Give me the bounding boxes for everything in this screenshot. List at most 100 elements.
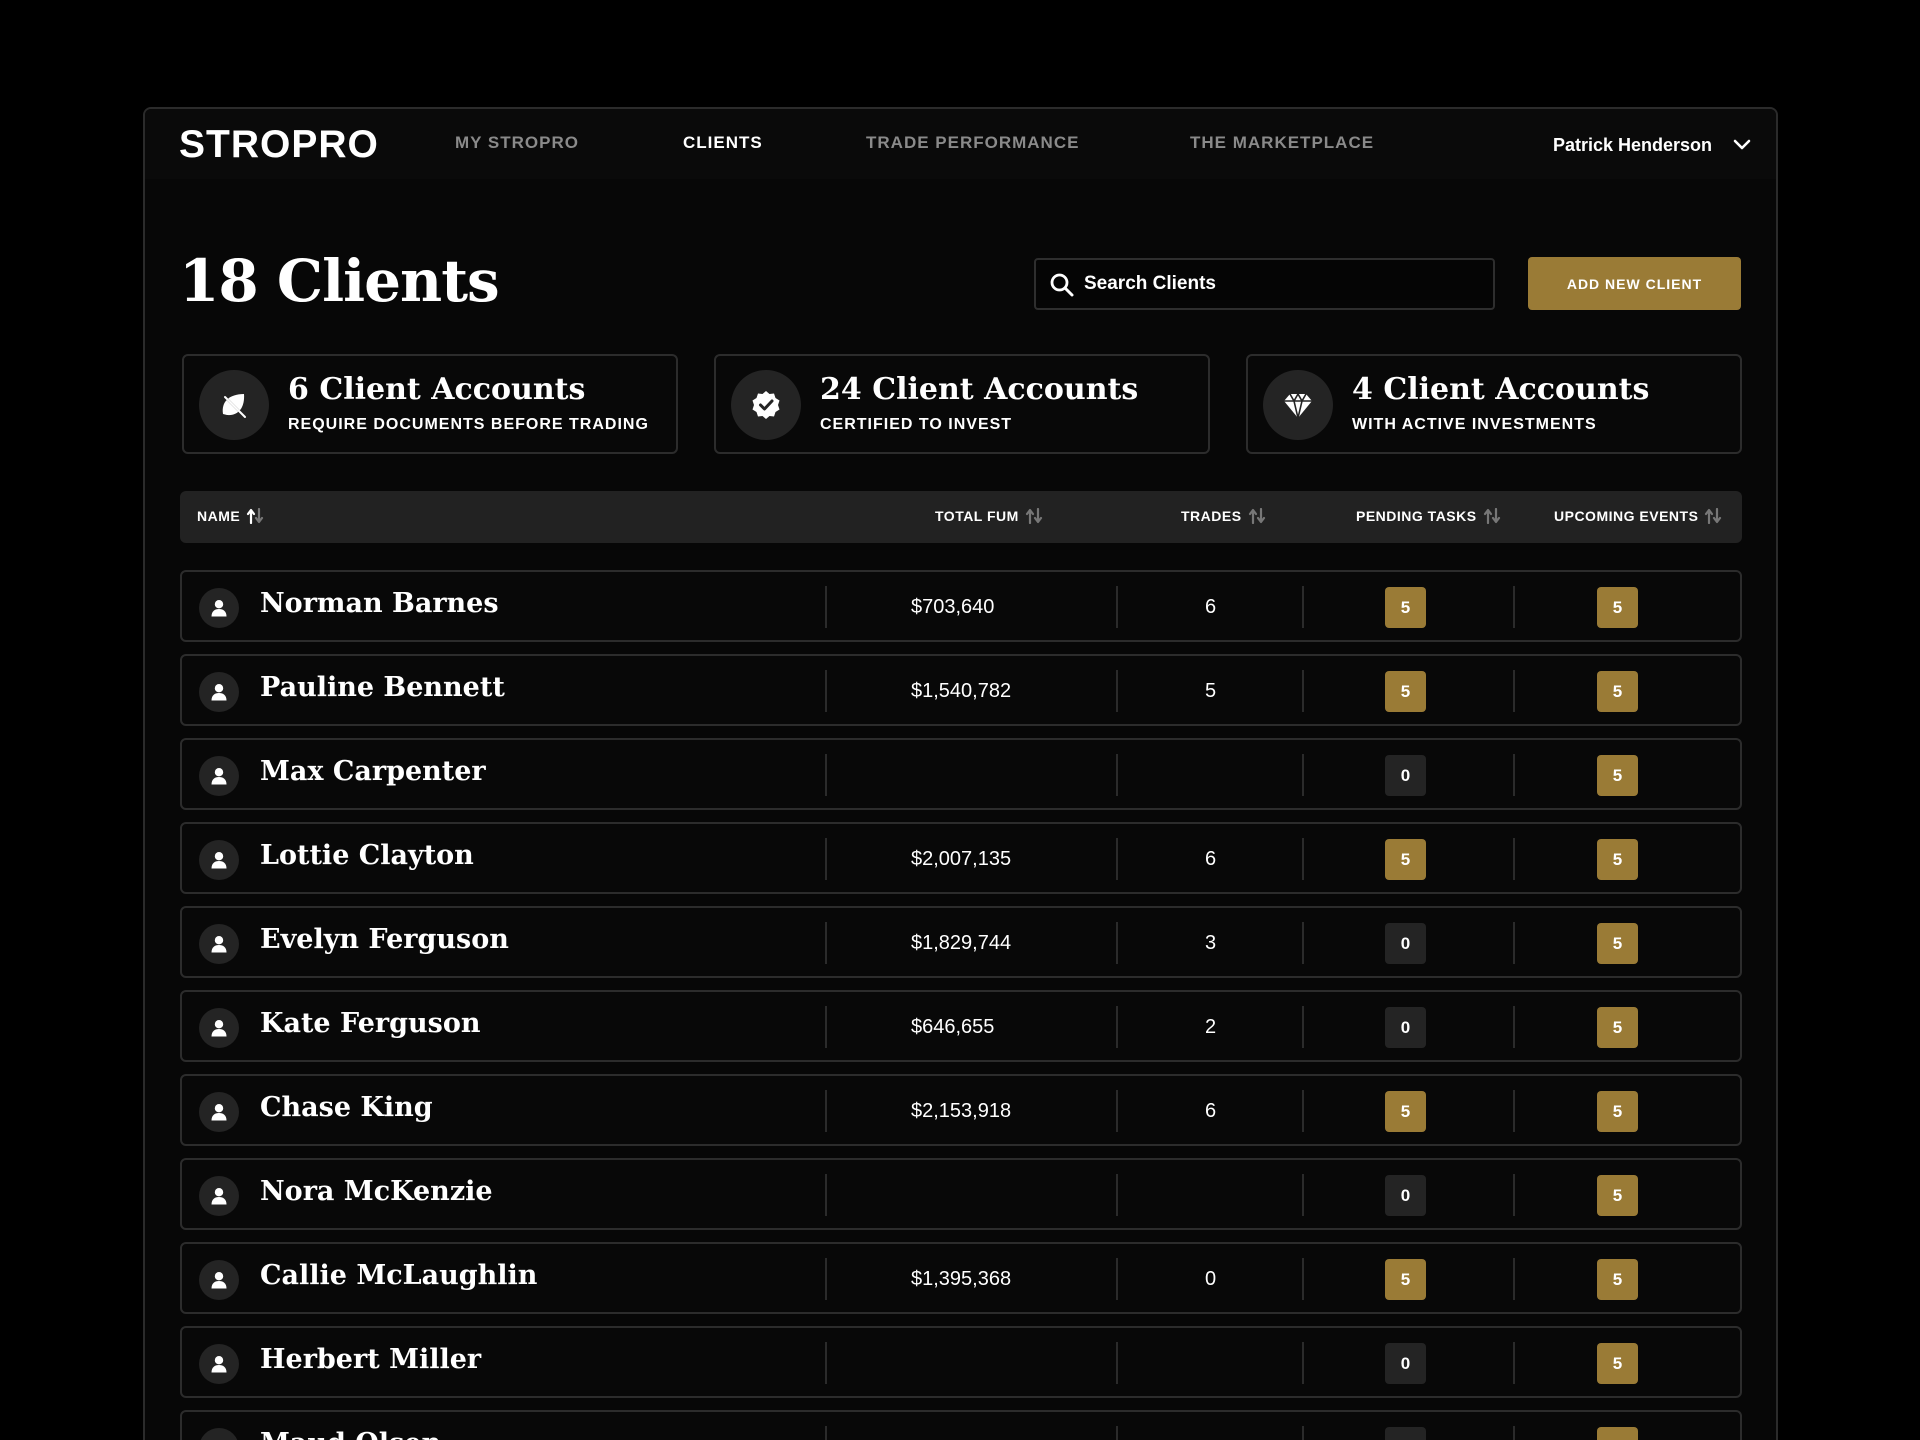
avatar: [199, 672, 239, 712]
column-divider: [1513, 1006, 1515, 1048]
pending-tasks-badge[interactable]: 5: [1385, 1091, 1426, 1132]
avatar: [199, 1260, 239, 1300]
user-menu-name[interactable]: Patrick Henderson: [1553, 135, 1712, 156]
user-icon: [211, 684, 227, 701]
stat-card-documents-required[interactable]: 6 Client Accounts REQUIRE DOCUMENTS BEFO…: [182, 354, 678, 454]
column-divider: [825, 1006, 827, 1048]
stropro-logo[interactable]: STROPRO: [179, 123, 379, 167]
column-divider: [825, 1426, 827, 1440]
column-divider: [1302, 1342, 1304, 1384]
client-name[interactable]: Callie McLaughlin: [260, 1260, 537, 1291]
nav-my-stropro[interactable]: MY STROPRO: [455, 133, 579, 153]
upcoming-events-badge[interactable]: 5: [1597, 1175, 1638, 1216]
client-name[interactable]: Herbert Miller: [260, 1344, 481, 1375]
column-header-pending-tasks[interactable]: PENDING TASKS: [1356, 508, 1501, 524]
pending-tasks-badge[interactable]: 0: [1385, 923, 1426, 964]
pending-tasks-badge[interactable]: 0: [1385, 1007, 1426, 1048]
client-name[interactable]: Maud Olsen: [260, 1428, 441, 1440]
user-icon: [211, 768, 227, 785]
total-fum-value: $646,655: [911, 1016, 995, 1038]
table-row[interactable]: Pauline Bennett $1,540,782 5 5 5: [180, 654, 1742, 726]
upcoming-events-badge[interactable]: 5: [1597, 671, 1638, 712]
user-icon: [211, 936, 227, 953]
column-header-name[interactable]: NAME: [197, 508, 264, 524]
table-row[interactable]: Norman Barnes $703,640 6 5 5: [180, 570, 1742, 642]
column-divider: [1302, 1174, 1304, 1216]
table-row[interactable]: Nora McKenzie 0 5: [180, 1158, 1742, 1230]
upcoming-events-badge[interactable]: 5: [1597, 1091, 1638, 1132]
trades-value: 5: [1205, 680, 1217, 702]
client-name[interactable]: Chase King: [260, 1092, 433, 1123]
nav-trade-performance[interactable]: TRADE PERFORMANCE: [866, 133, 1079, 153]
client-name[interactable]: Lottie Clayton: [260, 840, 474, 871]
column-divider: [1302, 1090, 1304, 1132]
table-row[interactable]: Lottie Clayton $2,007,135 6 5 5: [180, 822, 1742, 894]
column-divider: [1513, 1342, 1515, 1384]
column-header-upcoming-events[interactable]: UPCOMING EVENTS: [1554, 508, 1722, 524]
pending-tasks-badge[interactable]: 0: [1385, 1343, 1426, 1384]
column-divider: [825, 838, 827, 880]
chevron-down-icon[interactable]: [1732, 135, 1752, 155]
upcoming-events-badge[interactable]: 5: [1597, 923, 1638, 964]
pending-tasks-badge[interactable]: 0: [1385, 755, 1426, 796]
column-header-label: PENDING TASKS: [1356, 508, 1477, 524]
avatar: [199, 756, 239, 796]
column-header-total-fum[interactable]: TOTAL FUM: [935, 508, 1043, 524]
avatar: [199, 1428, 239, 1440]
table-row[interactable]: Kate Ferguson $646,655 2 0 5: [180, 990, 1742, 1062]
column-divider: [1302, 1258, 1304, 1300]
nav-clients[interactable]: CLIENTS: [683, 133, 763, 153]
client-name[interactable]: Norman Barnes: [260, 588, 499, 619]
column-divider: [825, 1258, 827, 1300]
upcoming-events-badge[interactable]: 5: [1597, 1007, 1638, 1048]
table-row[interactable]: Callie McLaughlin $1,395,368 0 5 5: [180, 1242, 1742, 1314]
pending-tasks-badge[interactable]: 5: [1385, 671, 1426, 712]
client-name[interactable]: Max Carpenter: [260, 756, 486, 787]
table-row[interactable]: Maud Olsen 0 5: [180, 1410, 1742, 1440]
pending-tasks-badge[interactable]: 5: [1385, 839, 1426, 880]
table-row[interactable]: Evelyn Ferguson $1,829,744 3 0 5: [180, 906, 1742, 978]
table-row[interactable]: Chase King $2,153,918 6 5 5: [180, 1074, 1742, 1146]
column-divider: [1302, 586, 1304, 628]
client-name[interactable]: Nora McKenzie: [260, 1176, 493, 1207]
stat-card-certified[interactable]: 24 Client Accounts CERTIFIED TO INVEST: [714, 354, 1210, 454]
sort-icon: [1705, 508, 1722, 524]
search-box[interactable]: [1034, 258, 1495, 310]
client-name[interactable]: Evelyn Ferguson: [260, 924, 509, 955]
client-name[interactable]: Pauline Bennett: [260, 672, 505, 703]
pending-tasks-badge[interactable]: 0: [1385, 1175, 1426, 1216]
column-divider: [1513, 838, 1515, 880]
nav-the-marketplace[interactable]: THE MARKETPLACE: [1190, 133, 1374, 153]
app-window: STROPRO MY STROPRO CLIENTS TRADE PERFORM…: [143, 107, 1778, 1440]
stat-subtitle: REQUIRE DOCUMENTS BEFORE TRADING: [288, 416, 649, 433]
upcoming-events-badge[interactable]: 5: [1597, 1427, 1638, 1440]
upcoming-events-badge[interactable]: 5: [1597, 839, 1638, 880]
table-row[interactable]: Max Carpenter 0 5: [180, 738, 1742, 810]
upcoming-events-badge[interactable]: 5: [1597, 1343, 1638, 1384]
upcoming-events-badge[interactable]: 5: [1597, 587, 1638, 628]
column-header-label: TOTAL FUM: [935, 508, 1019, 524]
column-divider: [1116, 670, 1118, 712]
column-divider: [1116, 838, 1118, 880]
column-header-trades[interactable]: TRADES: [1181, 508, 1266, 524]
table-header: NAME TOTAL FUM TRADES PENDING TASKS UPCO…: [180, 491, 1742, 543]
leaf-icon: [222, 394, 246, 418]
client-name[interactable]: Kate Ferguson: [260, 1008, 480, 1039]
column-divider: [825, 1174, 827, 1216]
column-divider: [1116, 1006, 1118, 1048]
column-header-label: UPCOMING EVENTS: [1554, 508, 1699, 524]
pending-tasks-badge[interactable]: 5: [1385, 587, 1426, 628]
stat-icon-circle: [731, 370, 801, 440]
user-icon: [211, 1104, 227, 1121]
upcoming-events-badge[interactable]: 5: [1597, 1259, 1638, 1300]
trades-value: 3: [1205, 932, 1217, 954]
add-new-client-button[interactable]: ADD NEW CLIENT: [1528, 257, 1741, 310]
search-input[interactable]: [1084, 260, 1484, 308]
stat-card-active-investments[interactable]: 4 Client Accounts WITH ACTIVE INVESTMENT…: [1246, 354, 1742, 454]
column-header-label: TRADES: [1181, 508, 1242, 524]
upcoming-events-badge[interactable]: 5: [1597, 755, 1638, 796]
table-row[interactable]: Herbert Miller 0 5: [180, 1326, 1742, 1398]
pending-tasks-badge[interactable]: 5: [1385, 1259, 1426, 1300]
pending-tasks-badge[interactable]: 0: [1385, 1427, 1426, 1440]
column-divider: [825, 1090, 827, 1132]
